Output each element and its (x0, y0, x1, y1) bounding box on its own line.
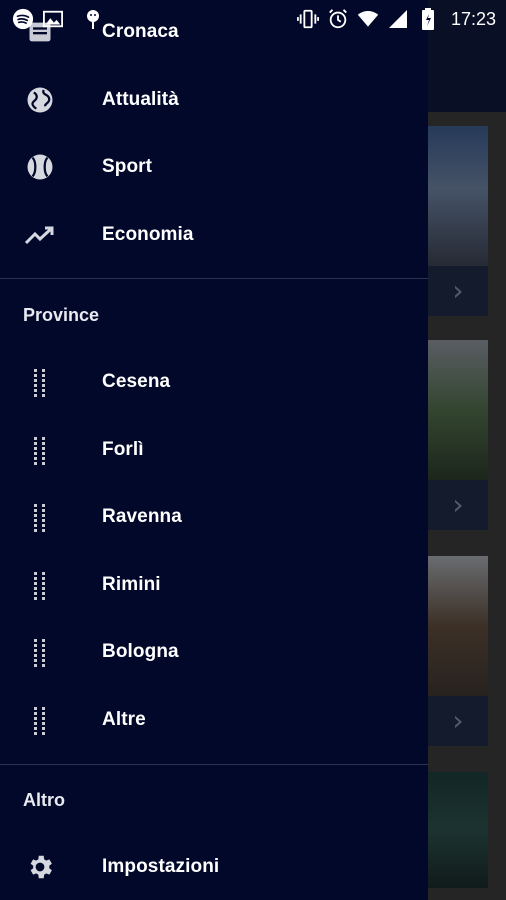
section-header-altro: Altro (23, 790, 65, 810)
drawer-item-label: Impostazioni (102, 856, 220, 877)
drawer-item-label: Cesena (102, 371, 171, 392)
status-time: 17:23 (450, 8, 496, 29)
android-icon (82, 8, 104, 30)
drawer-item-label: Attualità (102, 89, 179, 110)
alarm-icon (327, 8, 349, 30)
drawer-item-label: Economia (102, 224, 194, 245)
drawer-item-label: Sport (102, 156, 153, 177)
dotted-grid-icon (22, 432, 58, 468)
drawer-item-economia[interactable]: Economia (0, 205, 428, 265)
drawer-item-forli[interactable]: Forlì (0, 420, 428, 480)
dotted-grid-icon (22, 567, 58, 603)
image-icon (42, 8, 64, 30)
drawer-item-sport[interactable]: Sport (0, 137, 428, 197)
drawer-item-ravenna[interactable]: Ravenna (0, 487, 428, 547)
drawer-item-cesena[interactable]: Cesena (0, 352, 428, 412)
drawer-item-altre[interactable]: Altre (0, 690, 428, 750)
drawer-item-bologna[interactable]: Bologna (0, 622, 428, 682)
drawer-scrim[interactable] (428, 0, 506, 900)
drawer-item-label: Ravenna (102, 506, 182, 527)
drawer-item-label: Altre (102, 709, 146, 730)
section-header-province: Province (23, 305, 100, 325)
drawer-item-label: Rimini (102, 574, 161, 595)
globe-icon (22, 82, 58, 118)
drawer-item-label: Bologna (102, 641, 179, 662)
drawer-item-attualita[interactable]: Attualità (0, 70, 428, 130)
dotted-grid-icon (22, 364, 58, 400)
vibrate-icon (296, 8, 319, 30)
divider (0, 764, 428, 765)
battery-icon (417, 8, 439, 30)
spotify-icon (12, 8, 34, 30)
gear-icon (22, 849, 58, 885)
trending-up-icon (22, 217, 58, 253)
divider (0, 278, 428, 279)
drawer-item-rimini[interactable]: Rimini (0, 555, 428, 615)
navigation-drawer: Cronaca Attualità Sport Economia Provinc… (0, 0, 428, 900)
dotted-grid-icon (22, 634, 58, 670)
drawer-item-impostazioni[interactable]: Impostazioni (0, 837, 428, 897)
signal-icon (387, 8, 409, 30)
drawer-item-label: Forlì (102, 439, 144, 460)
status-bar: 17:23 (0, 0, 506, 38)
ball-icon (22, 149, 58, 185)
dotted-grid-icon (22, 702, 58, 738)
dotted-grid-icon (22, 499, 58, 535)
wifi-icon (357, 8, 379, 30)
